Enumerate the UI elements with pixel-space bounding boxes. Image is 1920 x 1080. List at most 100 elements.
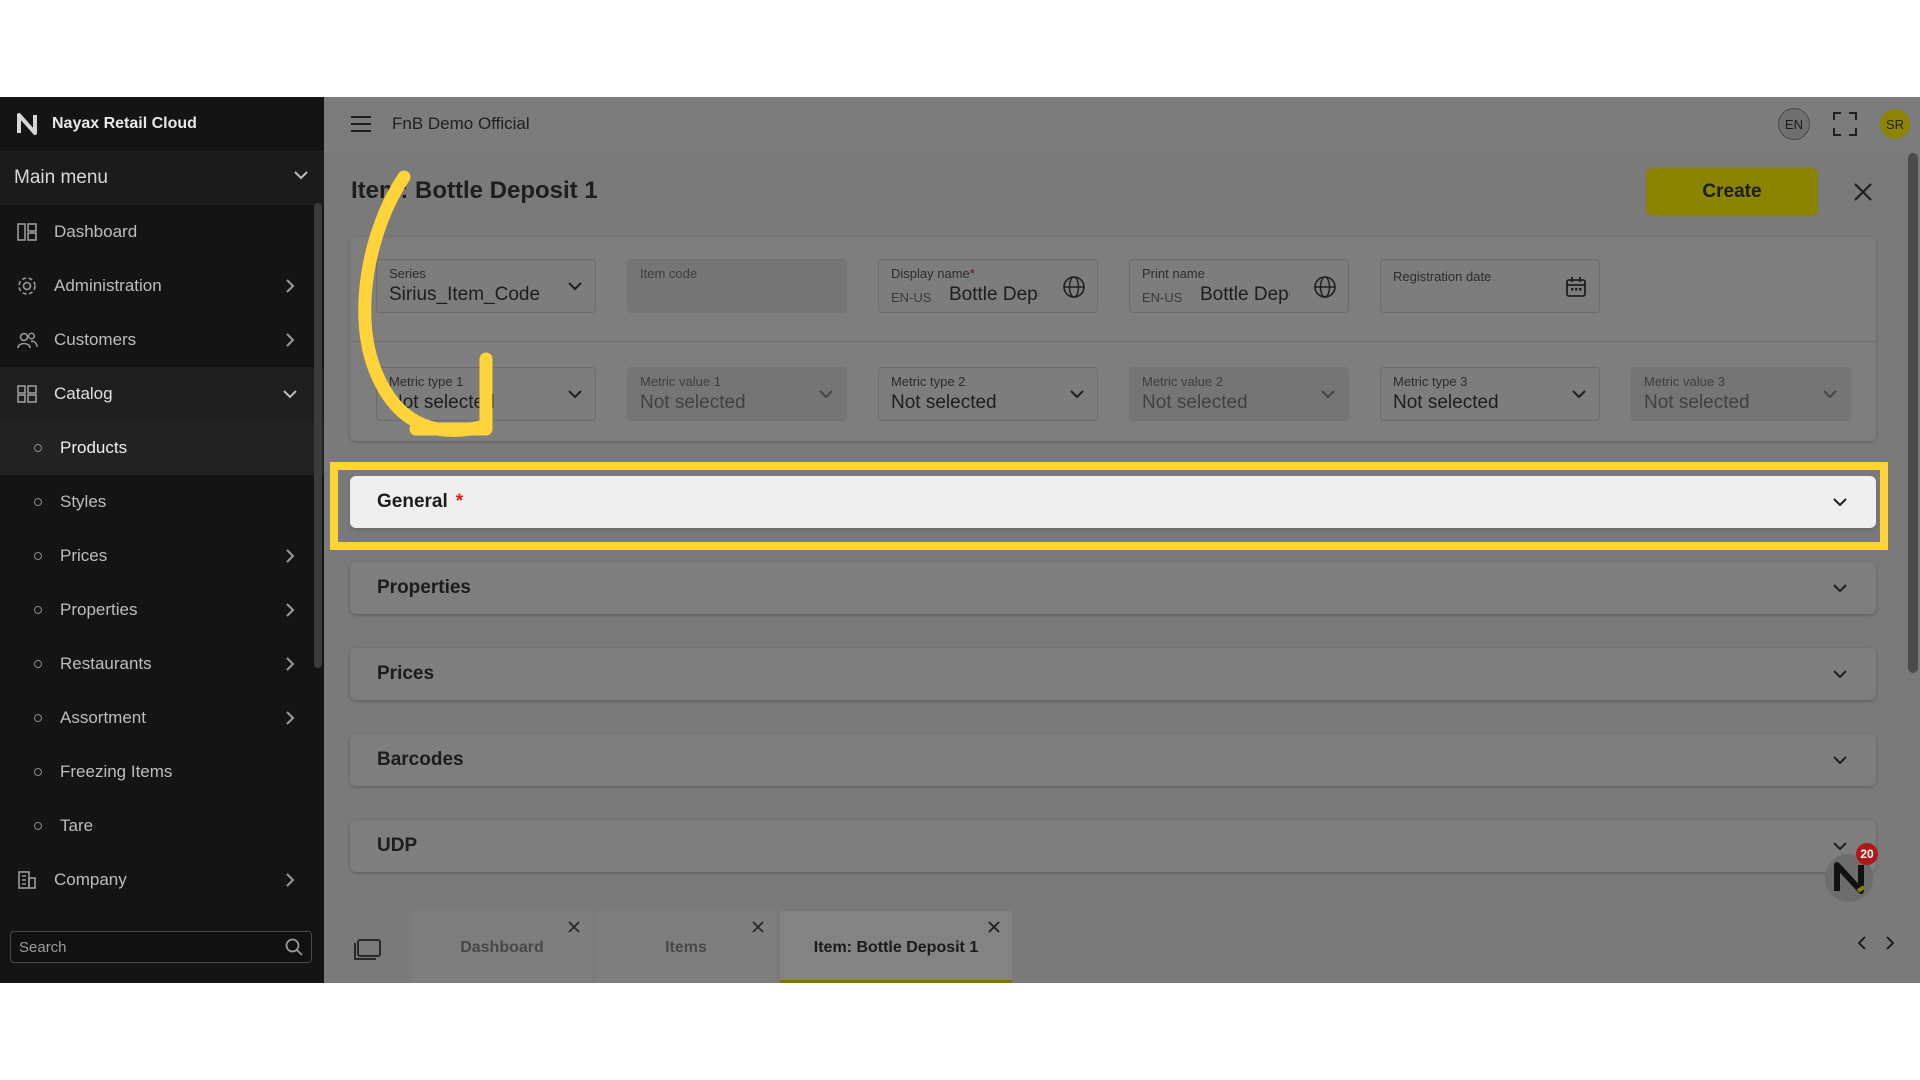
- section-title: General *: [377, 491, 463, 513]
- globe-icon[interactable]: [1061, 274, 1087, 300]
- building-icon: [16, 869, 38, 891]
- tab-item-bottle-deposit-1[interactable]: Item: Bottle Deposit 1: [780, 911, 1012, 983]
- metric-type-1-select[interactable]: Metric type 1 Not selected: [376, 367, 596, 421]
- chevron-right-icon: [286, 873, 295, 887]
- section-properties[interactable]: Properties: [350, 562, 1876, 614]
- create-button[interactable]: Create: [1646, 168, 1818, 216]
- main-scrollbar[interactable]: [1906, 151, 1920, 983]
- sidebar-item-catalog[interactable]: Catalog: [0, 367, 324, 421]
- top-right-controls: EN SR: [1778, 108, 1910, 140]
- open-tabs-bar: Dashboard Items Item: Bottle Deposit 1: [324, 911, 1920, 983]
- language-selector[interactable]: EN: [1778, 108, 1810, 140]
- sidebar-search: [10, 931, 312, 963]
- main-scrollbar-thumb[interactable]: [1908, 153, 1918, 673]
- sidebar-item-products[interactable]: Products: [0, 421, 324, 475]
- main-menu-toggle[interactable]: Main menu: [0, 151, 324, 205]
- gear-icon: [16, 275, 38, 297]
- tab-label: Item: Bottle Deposit 1: [813, 939, 979, 956]
- organization-name: FnB Demo Official: [392, 114, 530, 133]
- print-name-field[interactable]: Print name EN-US Bottle Deposit 1: [1129, 259, 1349, 313]
- chevron-right-icon: [286, 279, 295, 293]
- field-value: Not selected: [1644, 392, 1750, 413]
- sidebar-item-label: Freezing Items: [60, 762, 173, 781]
- tabs-window-icon[interactable]: [354, 937, 382, 961]
- field-label: Registration date: [1393, 269, 1492, 284]
- section-barcodes[interactable]: Barcodes: [350, 734, 1876, 786]
- section-title: UDP: [377, 835, 418, 856]
- metric-value-2-select[interactable]: Metric value 2 Not selected: [1129, 367, 1349, 421]
- sidebar-item-label: Administration: [54, 276, 162, 295]
- section-udp[interactable]: UDP: [350, 820, 1876, 872]
- calendar-icon[interactable]: [1563, 274, 1589, 300]
- sidebar-item-prices[interactable]: Prices: [0, 529, 324, 583]
- field-value: Sirius_Item_Code: [389, 284, 541, 305]
- bullet-icon: [34, 606, 42, 614]
- field-label: Metric value 2: [1142, 374, 1223, 389]
- chevron-right-icon: [286, 657, 295, 671]
- bullet-icon: [34, 714, 42, 722]
- field-label: Metric type 3: [1393, 374, 1468, 389]
- series-select[interactable]: Series Sirius_Item_Code: [376, 259, 596, 313]
- metric-type-2-select[interactable]: Metric type 2 Not selected: [878, 367, 1098, 421]
- fullscreen-icon[interactable]: [1830, 109, 1860, 139]
- notification-widget[interactable]: 20: [1820, 843, 1878, 905]
- display-name-field[interactable]: Display name* EN-US Bottle Deposit 1: [878, 259, 1098, 313]
- registration-date-field[interactable]: Registration date: [1380, 259, 1600, 313]
- search-icon[interactable]: [281, 934, 307, 960]
- bullet-icon: [34, 660, 42, 668]
- sidebar-item-label: Tare: [60, 816, 94, 835]
- sidebar-item-properties[interactable]: Properties: [0, 583, 324, 637]
- app-window: Nayax Retail Cloud Main menu Dashboard A…: [0, 97, 1920, 983]
- chevron-right-icon: [286, 549, 295, 563]
- sidebar-item-restaurants[interactable]: Restaurants: [0, 637, 324, 691]
- sidebar-search-input[interactable]: [11, 937, 281, 957]
- required-mark: *: [455, 491, 464, 512]
- sidebar-item-administration[interactable]: Administration: [0, 259, 324, 313]
- sidebar-scrollbar[interactable]: [314, 203, 322, 668]
- field-label: Print name: [1142, 266, 1205, 281]
- close-icon[interactable]: [750, 919, 766, 935]
- sidebar-item-dashboard[interactable]: Dashboard: [0, 205, 324, 259]
- tab-dashboard[interactable]: Dashboard: [412, 911, 592, 983]
- section-general[interactable]: General *: [350, 476, 1876, 528]
- sidebar-item-label: Dashboard: [54, 222, 138, 241]
- main-menu-label: Main menu: [14, 167, 108, 188]
- section-title: Prices: [377, 663, 435, 684]
- sidebar-item-label: Styles: [60, 492, 107, 511]
- sidebar-item-company[interactable]: Company: [0, 853, 324, 907]
- section-title: Properties: [377, 577, 471, 598]
- sidebar-item-styles[interactable]: Styles: [0, 475, 324, 529]
- sidebar-item-freezing-items[interactable]: Freezing Items: [0, 745, 324, 799]
- close-icon[interactable]: [566, 919, 582, 935]
- hamburger-menu-icon[interactable]: [348, 111, 374, 137]
- tab-navigation: [1852, 933, 1900, 953]
- chevron-down-icon: [292, 166, 310, 190]
- close-icon[interactable]: [986, 919, 1002, 935]
- close-icon[interactable]: [1849, 178, 1877, 206]
- sidebar-item-label: Assortment: [60, 708, 146, 727]
- user-avatar[interactable]: SR: [1880, 109, 1910, 139]
- brand: Nayax Retail Cloud: [0, 97, 324, 151]
- chevron-down-icon: [1572, 390, 1586, 399]
- bullet-icon: [34, 552, 42, 560]
- chevron-right-icon: [286, 711, 295, 725]
- metric-type-3-select[interactable]: Metric type 3 Not selected: [1380, 367, 1600, 421]
- sidebar-item-label: Properties: [60, 600, 138, 619]
- chevron-right-icon[interactable]: [1880, 933, 1900, 953]
- globe-icon[interactable]: [1312, 274, 1338, 300]
- metric-value-1-select[interactable]: Metric value 1 Not selected: [627, 367, 847, 421]
- locale-tag: EN-US: [891, 290, 932, 305]
- section-prices[interactable]: Prices: [350, 648, 1876, 700]
- sidebar: Nayax Retail Cloud Main menu Dashboard A…: [0, 97, 324, 983]
- field-label: Metric type 1: [389, 374, 464, 389]
- tab-items[interactable]: Items: [596, 911, 776, 983]
- item-code-field[interactable]: Item code: [627, 259, 847, 313]
- sidebar-item-label: Products: [60, 438, 128, 457]
- sidebar-item-tare[interactable]: Tare: [0, 799, 324, 853]
- display-name-label: Display name: [891, 266, 970, 281]
- chevron-down-icon: [1833, 498, 1847, 507]
- sidebar-item-assortment[interactable]: Assortment: [0, 691, 324, 745]
- chevron-left-icon[interactable]: [1852, 933, 1872, 953]
- metric-value-3-select[interactable]: Metric value 3 Not selected: [1631, 367, 1851, 421]
- sidebar-item-customers[interactable]: Customers: [0, 313, 324, 367]
